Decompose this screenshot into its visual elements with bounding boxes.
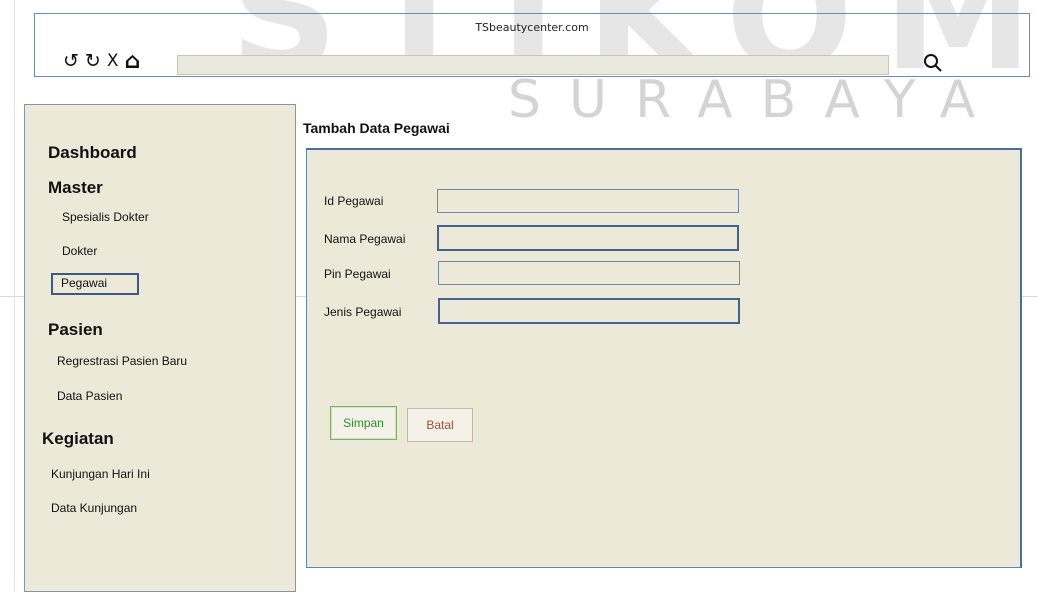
watermark-line (0, 296, 24, 297)
sidebar-item-data-kunjungan[interactable]: Data Kunjungan (51, 501, 137, 515)
refresh-icon[interactable]: ↻ (85, 52, 101, 71)
address-bar[interactable] (177, 55, 889, 75)
search-icon[interactable] (920, 50, 948, 78)
save-button[interactable]: Simpan (330, 406, 397, 440)
field-label-nama-pegawai: Nama Pegawai (324, 232, 406, 246)
watermark-subtext: SURABAYA (508, 70, 1004, 130)
field-label-jenis-pegawai: Jenis Pegawai (324, 305, 402, 319)
browser-window: TSbeautycenter.com ↺ ↻ X ⌂ (34, 13, 1030, 77)
sidebar-item-pegawai[interactable]: Pegawai (51, 273, 140, 295)
nav-toolbar: ↺ ↻ X ⌂ (63, 51, 141, 73)
sidebar: Dashboard Master Spesialis Dokter Dokter… (24, 104, 296, 592)
home-icon[interactable]: ⌂ (125, 51, 141, 73)
watermark-line (14, 0, 15, 592)
field-label-id-pegawai: Id Pegawai (324, 194, 384, 208)
sidebar-heading-master: Master (48, 178, 103, 197)
form-panel: Id Pegawai Nama Pegawai Pin Pegawai Jeni… (306, 148, 1022, 568)
id-pegawai-input[interactable] (437, 189, 739, 213)
field-label-pin-pegawai: Pin Pegawai (324, 267, 391, 281)
cancel-button[interactable]: Batal (407, 408, 473, 442)
sidebar-heading-pasien: Pasien (48, 320, 103, 339)
browser-title: TSbeautycenter.com (475, 21, 589, 34)
sidebar-item-dokter[interactable]: Dokter (62, 244, 97, 258)
pin-pegawai-input[interactable] (438, 261, 740, 285)
stop-icon[interactable]: X (107, 52, 119, 71)
page-title: Tambah Data Pegawai (303, 120, 450, 136)
sidebar-heading-kegiatan: Kegiatan (42, 429, 114, 448)
watermark-line (296, 296, 306, 297)
sidebar-item-registrasi-pasien-baru[interactable]: Regrestrasi Pasien Baru (57, 354, 187, 368)
watermark-line (1022, 296, 1038, 297)
jenis-pegawai-input[interactable] (438, 298, 740, 324)
sidebar-item-spesialis-dokter[interactable]: Spesialis Dokter (62, 210, 149, 224)
sidebar-item-data-pasien[interactable]: Data Pasien (57, 389, 122, 403)
back-icon[interactable]: ↺ (63, 52, 79, 71)
sidebar-item-kunjungan-hari-ini[interactable]: Kunjungan Hari Ini (51, 467, 150, 481)
nama-pegawai-input[interactable] (437, 225, 739, 251)
sidebar-item-dashboard[interactable]: Dashboard (48, 143, 137, 163)
